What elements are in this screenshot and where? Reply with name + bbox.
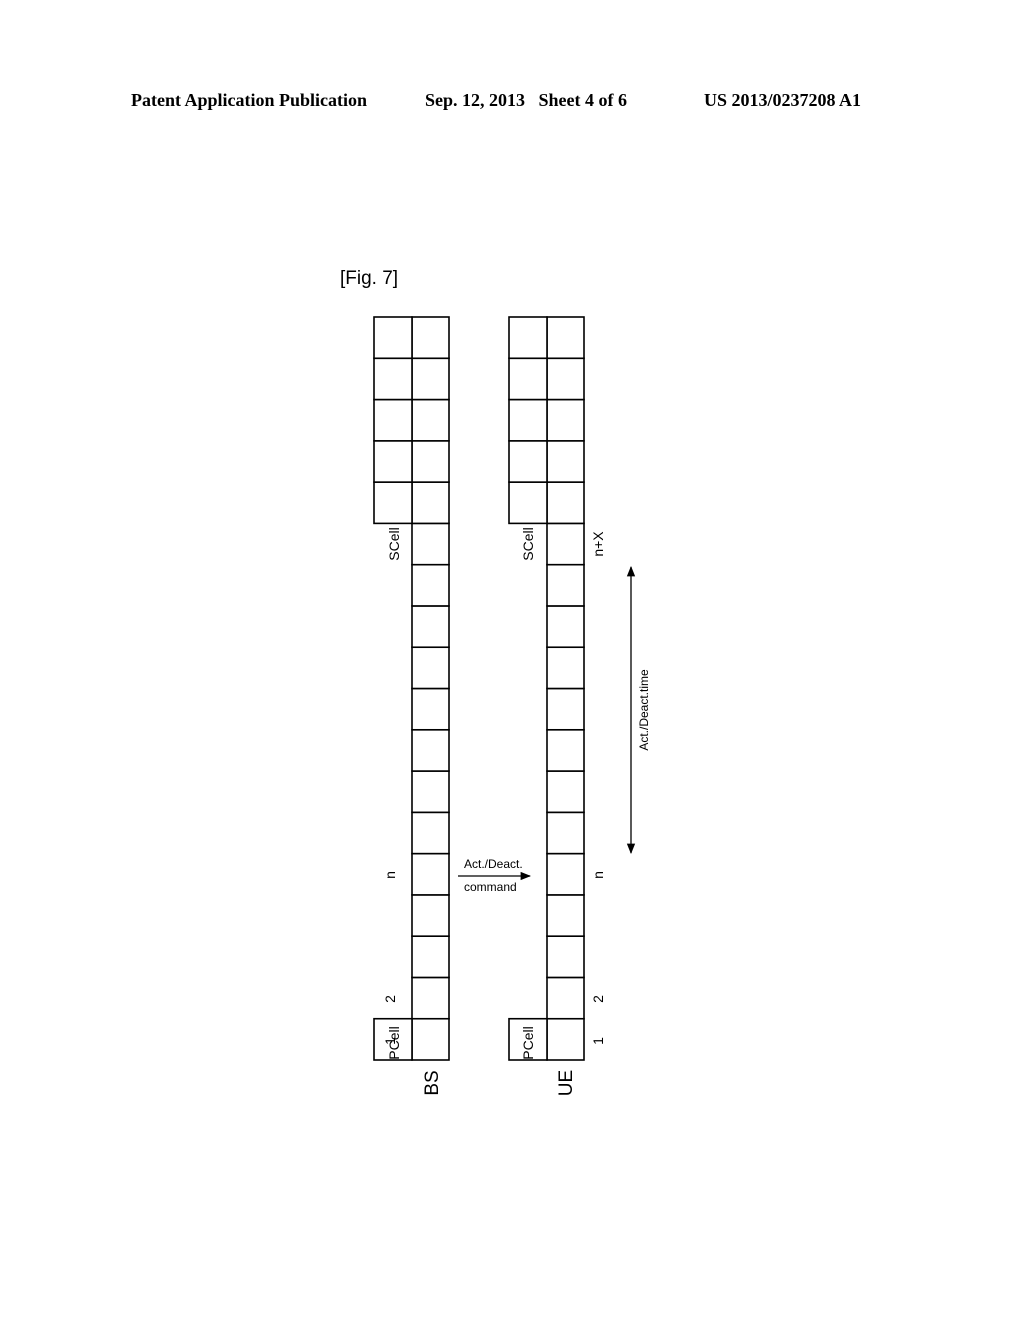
bs-subframe-cell (411, 481, 450, 525)
ue-subframe-cell (546, 770, 585, 814)
ue-pcell-label: PCell (520, 1026, 536, 1059)
ue-subframe-cell (546, 398, 585, 442)
ue-subframe-cell (546, 481, 585, 525)
bs-subframe-cell (411, 976, 450, 1020)
bs-subframe-cell (411, 935, 450, 979)
ue-subframe-cell (546, 1017, 585, 1061)
bs-subframe-cell (411, 522, 450, 566)
bs-subframe-cell (411, 563, 450, 607)
ue-index-n-plus-x: n+X (590, 531, 606, 557)
bs-subframe-cell (411, 852, 450, 896)
bs-subframe-cell (411, 728, 450, 772)
ue-subframe-cell (546, 976, 585, 1020)
ue-scell-cell (508, 316, 548, 360)
bs-entity-label: BS (422, 1070, 443, 1095)
ue-subframe-cell (546, 563, 585, 607)
ue-subframe-grid (508, 316, 585, 1061)
command-arrow-label-line2: command (464, 880, 517, 894)
ue-scell-cell (508, 440, 548, 483)
ue-index-1: 1 (590, 1037, 606, 1045)
ue-scell-label: SCell (520, 527, 536, 560)
ue-subframe-cell (546, 605, 585, 649)
bs-subframe-cell (411, 687, 450, 731)
ue-scell-cell (508, 398, 548, 442)
command-arrow-label-line1: Act./Deact. (464, 857, 523, 871)
bs-scell-label: SCell (386, 527, 402, 560)
ue-subframe-cell (546, 728, 585, 772)
ue-entity-label: UE (556, 1070, 577, 1096)
figure-7-diagram: PCell SCell PCell SCell 1 2 n 1 2 n n+X … (373, 316, 651, 1096)
bs-subframe-grid (373, 316, 450, 1061)
ue-subframe-cell (546, 687, 585, 731)
bs-scell-cell (373, 398, 413, 442)
bs-scell-cell (373, 440, 413, 483)
bs-index-1: 1 (382, 1037, 398, 1045)
ue-subframe-cell (546, 316, 585, 360)
bs-subframe-cell (411, 646, 450, 690)
bs-subframe-cell (411, 316, 450, 360)
bs-subframe-cell (411, 605, 450, 649)
ue-subframe-cell (546, 440, 585, 483)
ue-subframe-cell (546, 894, 585, 937)
ue-scell-cell (508, 481, 548, 525)
ue-index-2: 2 (590, 995, 606, 1003)
ue-subframe-cell (546, 811, 585, 855)
bs-subframe-cell (411, 770, 450, 814)
ue-scell-cell (508, 357, 548, 401)
bs-subframe-cell (411, 398, 450, 442)
bs-scell-cell (373, 316, 413, 360)
bs-subframe-cell (411, 440, 450, 483)
ue-index-n: n (590, 871, 606, 879)
ue-subframe-cell (546, 646, 585, 690)
ue-subframe-cell (546, 357, 585, 401)
bs-index-2: 2 (382, 995, 398, 1003)
act-deact-time-label: Act./Deact.time (637, 669, 651, 751)
bs-scell-cell (373, 481, 413, 525)
bs-subframe-cell (411, 357, 450, 401)
bs-subframe-cell (411, 1017, 450, 1061)
ue-subframe-cell (546, 522, 585, 566)
bs-subframe-cell (411, 811, 450, 855)
bs-subframe-cell (411, 894, 450, 937)
bs-index-n: n (382, 871, 398, 879)
ue-subframe-cell (546, 935, 585, 979)
bs-scell-cell (373, 357, 413, 401)
ue-subframe-cell (546, 852, 585, 896)
